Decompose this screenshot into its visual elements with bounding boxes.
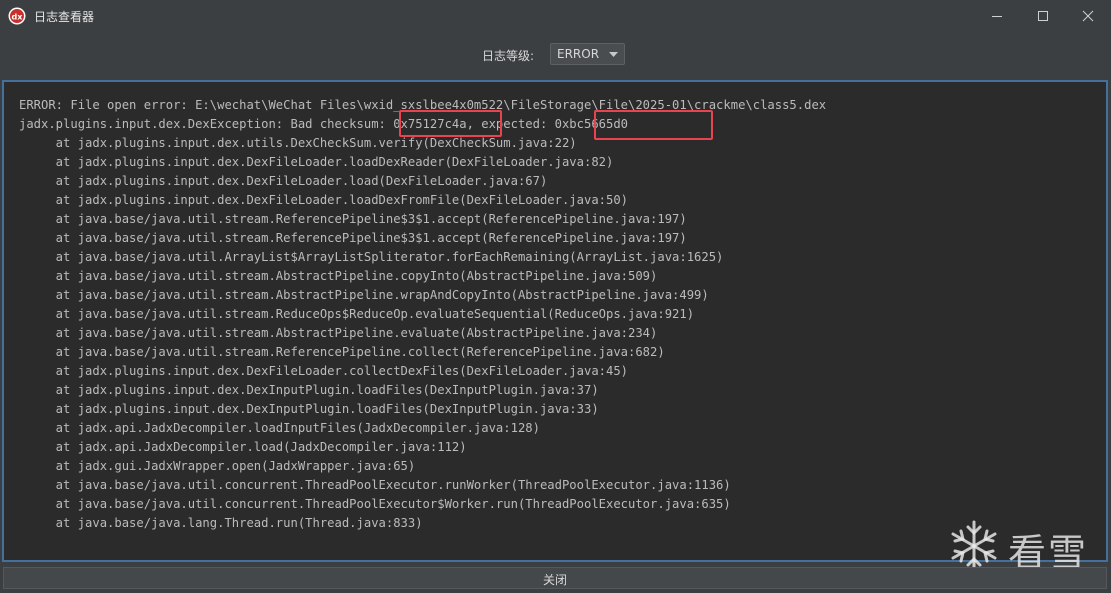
close-icon (1082, 10, 1094, 22)
close-button-label: 关闭 (542, 573, 567, 587)
window-title: 日志查看器 (34, 10, 95, 24)
toolbar: 日志等级: ERROR (0, 32, 1111, 78)
maximize-button[interactable] (1020, 0, 1066, 32)
window-close-button[interactable] (1065, 0, 1111, 32)
jadx-icon: dx (8, 7, 26, 25)
svg-text:dx: dx (12, 13, 24, 22)
log-viewer-window: dx 日志查看器 日志等级: ERROR ERROR: File open er… (0, 0, 1111, 593)
chevron-down-icon (609, 52, 618, 57)
footer: 关闭 (0, 562, 1111, 593)
log-level-value: ERROR (557, 47, 600, 61)
highlight-bad-checksum (399, 110, 502, 137)
log-text-area[interactable]: ERROR: File open error: E:\wechat\WeChat… (2, 80, 1108, 562)
minimize-button[interactable] (974, 0, 1020, 32)
log-level-label: 日志等级: (482, 49, 535, 63)
close-button[interactable]: 关闭 (3, 567, 1107, 589)
title-bar: dx 日志查看器 (0, 0, 1111, 32)
minimize-icon (992, 16, 1002, 17)
maximize-icon (1038, 11, 1048, 21)
highlight-expected-checksum (594, 110, 713, 140)
log-content: ERROR: File open error: E:\wechat\WeChat… (19, 98, 827, 530)
log-level-select[interactable]: ERROR (550, 43, 625, 65)
